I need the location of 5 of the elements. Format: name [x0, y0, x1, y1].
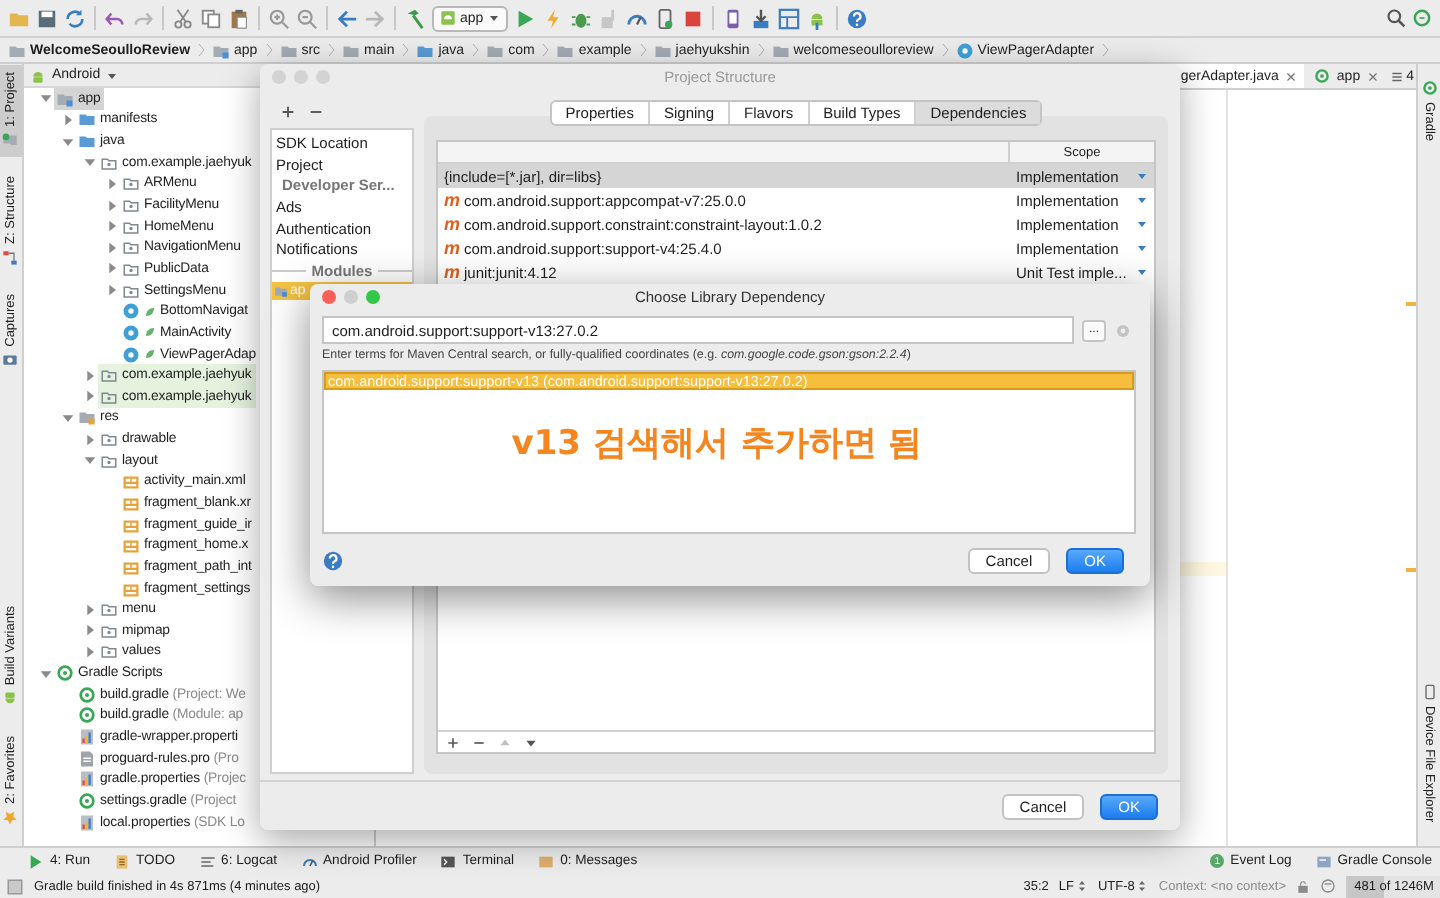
- annotation-text: v13 검색해서 추가하면 됨: [511, 422, 923, 466]
- maven-marker: m: [444, 238, 461, 258]
- maven-marker: m: [444, 214, 461, 234]
- maven-marker: m: [444, 262, 461, 282]
- maven-marker: m: [444, 190, 461, 210]
